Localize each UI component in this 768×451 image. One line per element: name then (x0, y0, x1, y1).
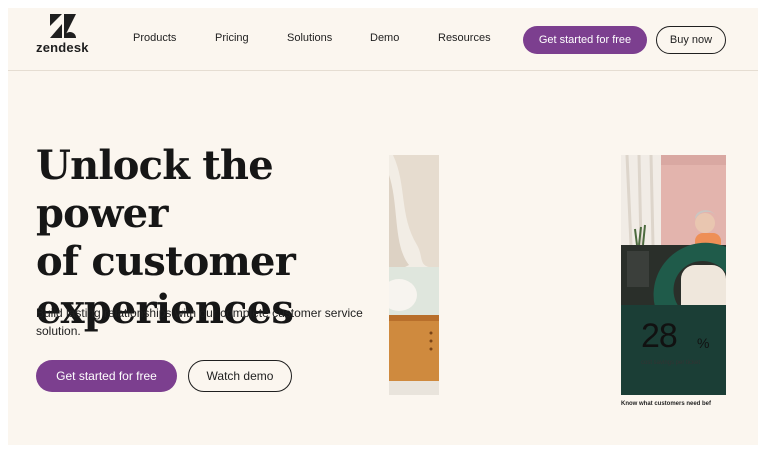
buy-now-button[interactable]: Buy now (656, 26, 726, 54)
hero-photo-right: 28 % cost savings per ticket (621, 155, 726, 395)
nav-item-pricing[interactable]: Pricing (215, 32, 249, 44)
nav-item-demo[interactable]: Demo (370, 32, 399, 44)
hero-title-line: of customer (36, 238, 296, 285)
nav-item-products[interactable]: Products (133, 32, 176, 44)
site-header: zendesk Products Pricing Solutions Demo … (8, 8, 758, 71)
zendesk-logo-icon (50, 14, 76, 38)
stat-number: 28 (641, 317, 678, 355)
hero-get-started-button[interactable]: Get started for free (36, 360, 177, 392)
media-caption: Know what customers need bef (621, 401, 712, 407)
logo-wordmark: zendesk (36, 40, 89, 55)
photo-illustration (621, 155, 726, 395)
stat-unit: % (697, 335, 710, 351)
hero-photo-left (389, 155, 439, 395)
nav-item-solutions[interactable]: Solutions (287, 32, 332, 44)
stat-label: cost savings per ticket (641, 360, 701, 366)
nav-item-resources[interactable]: Resources (438, 32, 491, 44)
zendesk-logo[interactable]: zendesk (34, 14, 96, 62)
hero-subtitle: Build lasting relationships with our com… (36, 306, 363, 338)
hero-title-line: Unlock the power (36, 142, 274, 237)
get-started-button[interactable]: Get started for free (523, 26, 647, 54)
page: zendesk Products Pricing Solutions Demo … (8, 8, 758, 445)
photo-illustration (389, 155, 439, 395)
watch-demo-button[interactable]: Watch demo (188, 360, 292, 392)
